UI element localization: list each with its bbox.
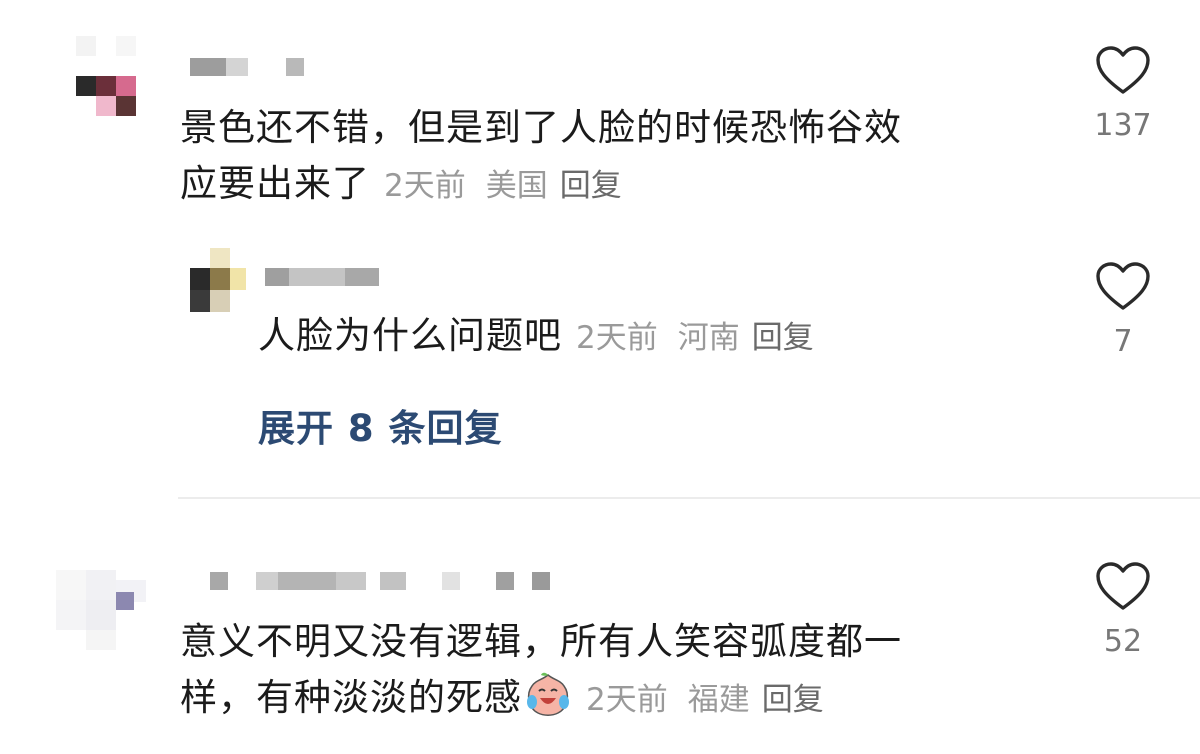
- comment-time: 2天前: [586, 682, 668, 718]
- like-count: 52: [1103, 624, 1143, 659]
- reply-username-blurred[interactable]: [265, 268, 385, 286]
- comment-text: 意义不明又没有逻辑，所有人笑容弧度都一 样，有种淡淡的死感 2天前 福建 回复: [180, 614, 902, 732]
- crying-laughing-peach-emoji: [524, 672, 572, 732]
- expand-replies-button[interactable]: 展开 8 条回复: [258, 398, 503, 452]
- reply-like-count: 7: [1113, 324, 1133, 359]
- comment-text: 景色还不错，但是到了人脸的时候恐怖谷效 应要出来了 2天前 美国 回复: [180, 100, 902, 214]
- heart-outline-icon: [1088, 262, 1158, 312]
- reply-text: 人脸为什么问题吧 2天前 河南 回复: [258, 308, 814, 366]
- like-button[interactable]: 137: [1088, 46, 1158, 143]
- username-blurred[interactable]: [210, 572, 560, 590]
- heart-outline-icon: [1088, 562, 1158, 612]
- reply-button[interactable]: 回复: [560, 168, 622, 204]
- reply-like-button[interactable]: 7: [1088, 262, 1158, 359]
- avatar[interactable]: [76, 36, 138, 116]
- avatar[interactable]: [56, 558, 152, 650]
- comment-meta: 2天前 美国 回复: [384, 168, 622, 204]
- reply-avatar[interactable]: [190, 248, 250, 312]
- reply-meta: 2天前 河南 回复: [576, 320, 814, 356]
- heart-outline-icon: [1088, 46, 1158, 96]
- comment-text-line2-content: 样，有种淡淡的死感: [180, 676, 522, 719]
- like-button[interactable]: 52: [1088, 562, 1158, 659]
- comment-text-line1: 意义不明又没有逻辑，所有人笑容弧度都一: [180, 620, 902, 663]
- divider: [178, 497, 1200, 499]
- comment-time: 2天前: [384, 168, 466, 204]
- comment-text-line1: 景色还不错，但是到了人脸的时候恐怖谷效: [180, 106, 902, 149]
- comment-text-line2-content: 应要出来了: [180, 162, 370, 205]
- comment-location: 福建: [687, 682, 750, 718]
- reply-button[interactable]: 回复: [762, 682, 824, 718]
- comment-text-line2: 样，有种淡淡的死感 2天前 福建 回复: [180, 670, 902, 732]
- reply-text-content: 人脸为什么问题吧: [258, 314, 562, 357]
- reply-reply-button[interactable]: 回复: [752, 320, 814, 356]
- comment-meta: 2天前 福建 回复: [586, 682, 824, 718]
- reply-time: 2天前: [576, 320, 658, 356]
- comment-location: 美国: [485, 168, 548, 204]
- reply-location: 河南: [677, 320, 740, 356]
- like-count: 137: [1094, 108, 1152, 143]
- comment-text-line2: 应要出来了 2天前 美国 回复: [180, 156, 902, 214]
- username-blurred[interactable]: [190, 58, 310, 76]
